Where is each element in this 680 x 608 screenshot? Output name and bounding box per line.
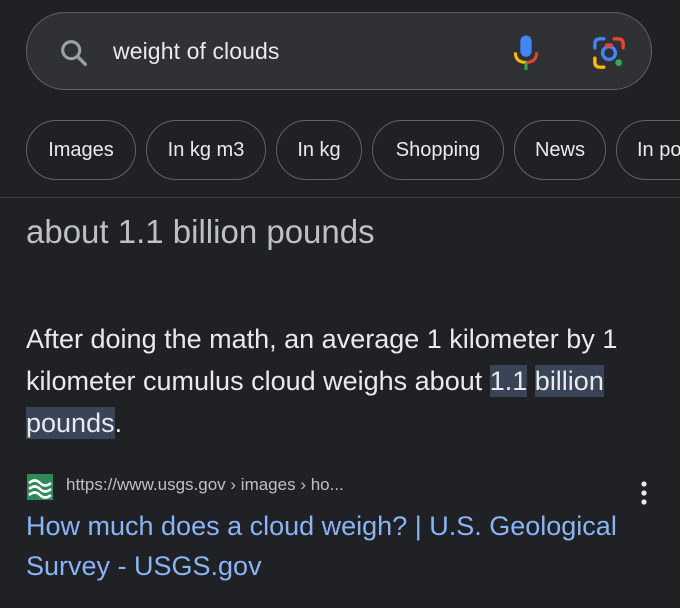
search-bar[interactable]: weight of clouds (26, 12, 652, 90)
google-lens-icon[interactable] (591, 35, 627, 71)
result-url[interactable]: https://www.usgs.gov › images › ho... (66, 475, 344, 495)
chip-in-po[interactable]: In po (616, 120, 680, 180)
chip-news[interactable]: News (514, 120, 606, 180)
chip-in-kg-m3[interactable]: In kg m3 (146, 120, 266, 180)
search-icon[interactable] (57, 36, 91, 70)
featured-snippet-text: After doing the math, an average 1 kilom… (26, 318, 666, 444)
chip-images[interactable]: Images (26, 120, 136, 180)
featured-answer-title: about 1.1 billion pounds (26, 213, 375, 250)
chip-shopping[interactable]: Shopping (372, 120, 504, 180)
divider (0, 197, 680, 198)
microphone-icon[interactable] (511, 33, 541, 73)
result-title-link[interactable]: How much does a cloud weigh? | U.S. Geol… (26, 506, 646, 586)
more-vert-icon[interactable] (634, 478, 654, 508)
filter-chips: Images In kg m3 In kg Shopping News In p… (0, 120, 680, 182)
search-input[interactable]: weight of clouds (113, 38, 280, 65)
usgs-favicon-icon (27, 474, 53, 500)
snippet-text-end: . (114, 408, 123, 438)
chip-in-kg[interactable]: In kg (276, 120, 362, 180)
snippet-text: After doing the math, an average 1 kilom… (26, 324, 618, 396)
snippet-highlight: 1.1 (489, 365, 528, 397)
